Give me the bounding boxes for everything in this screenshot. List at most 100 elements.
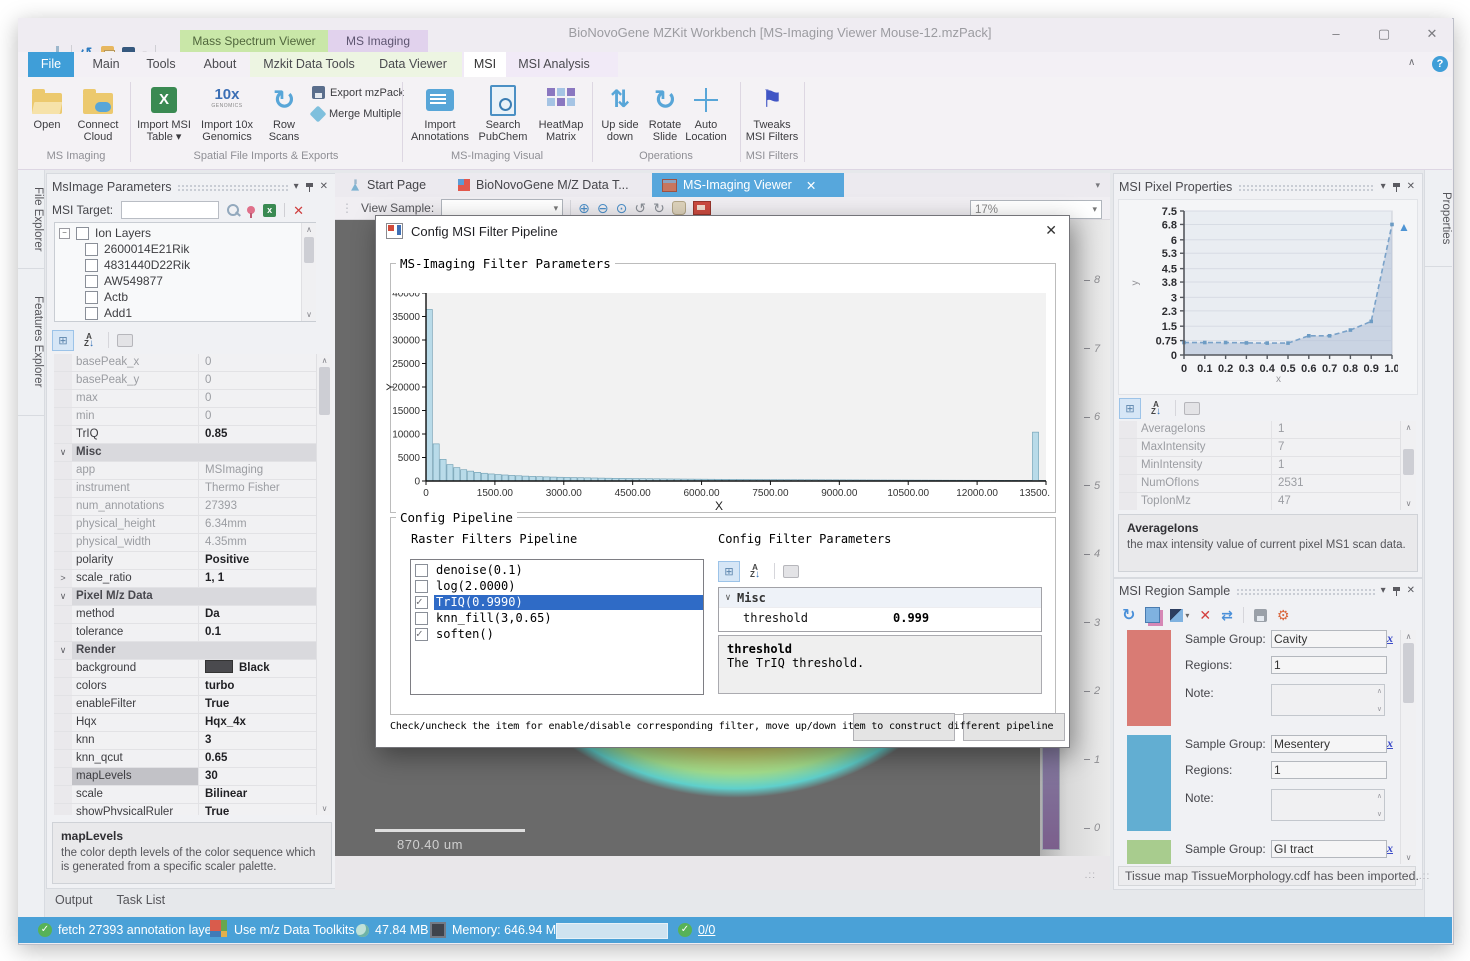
- property-value[interactable]: Bilinear: [199, 786, 316, 803]
- status-toolkit-button[interactable]: Use m/z Data Toolkits ▾: [210, 917, 365, 943]
- spinner-down-icon[interactable]: ∨: [1377, 705, 1382, 713]
- property-value[interactable]: 0.65: [199, 750, 316, 767]
- property-row[interactable]: basePeak_x 0: [54, 354, 316, 372]
- region-color-swatch[interactable]: [1127, 840, 1171, 864]
- checkbox[interactable]: [85, 291, 98, 304]
- close-button[interactable]: ✕: [1416, 22, 1448, 46]
- checkbox[interactable]: [85, 307, 98, 320]
- panel-menu-icon[interactable]: ▾: [294, 182, 299, 192]
- checkbox[interactable]: [415, 564, 428, 577]
- property-row[interactable]: tolerance 0.1: [54, 624, 316, 642]
- settings-gear-icon[interactable]: ⚙: [1277, 607, 1290, 624]
- zoom-out-icon[interactable]: ⊖: [597, 201, 609, 215]
- checkbox[interactable]: [85, 259, 98, 272]
- property-value[interactable]: MSImaging: [199, 462, 316, 479]
- zoom-in-icon[interactable]: ⊕: [578, 201, 590, 215]
- scrollbar-thumb[interactable]: [304, 237, 314, 263]
- regions-input[interactable]: [1271, 761, 1387, 779]
- tab-mzkit-data-tools[interactable]: Mzkit Data Tools: [256, 52, 362, 77]
- close-panel-icon[interactable]: ✕: [1407, 182, 1415, 192]
- fill-region-button[interactable]: ▾: [1170, 609, 1189, 622]
- grid-scrollbar[interactable]: ∧ ∨: [316, 354, 332, 815]
- import-10x-genomics-button[interactable]: 10xGENOMICS Import 10x Genomics: [196, 84, 258, 143]
- collapse-expander-icon[interactable]: −: [59, 228, 70, 239]
- dialog-title-bar[interactable]: Config MSI Filter Pipeline ✕: [376, 216, 1069, 246]
- property-value[interactable]: 27393: [199, 498, 316, 515]
- ion-layer-row[interactable]: Add1: [85, 305, 315, 321]
- spinner-up-icon[interactable]: ∧: [1377, 687, 1382, 695]
- maximize-button[interactable]: ▢: [1368, 22, 1400, 46]
- minimize-button[interactable]: –: [1320, 22, 1352, 46]
- upside-down-button[interactable]: ⇅ Up side down: [596, 84, 644, 143]
- property-value[interactable]: True: [199, 696, 316, 713]
- pipeline-item[interactable]: denoise(0.1): [411, 562, 703, 578]
- property-value[interactable]: 3: [199, 732, 316, 749]
- property-value[interactable]: Black: [199, 660, 316, 677]
- tweaks-msi-filters-button[interactable]: ⚑ Tweaks MSI Filters: [744, 84, 800, 143]
- property-row[interactable]: > scale_ratio 1, 1: [54, 570, 316, 588]
- doc-tab-data[interactable]: BioNovoGene M/Z Data T...: [448, 173, 639, 197]
- row-scans-button[interactable]: ↻ Row Scans: [260, 84, 308, 143]
- property-row[interactable]: app MSImaging: [54, 462, 316, 480]
- property-value[interactable]: 0.999: [893, 611, 929, 625]
- formula-x-icon[interactable]: x: [1387, 841, 1393, 856]
- checkbox[interactable]: [85, 243, 98, 256]
- tab-file[interactable]: File: [28, 52, 74, 77]
- property-row[interactable]: ∨ Pixel M/z Data: [54, 588, 316, 606]
- close-tab-icon[interactable]: ✕: [806, 178, 816, 193]
- tab-list-dropdown-icon[interactable]: ▾: [1095, 180, 1100, 191]
- spinner-down-icon[interactable]: ∨: [1377, 810, 1382, 818]
- property-value[interactable]: Positive: [199, 552, 316, 569]
- property-row[interactable]: polarity Positive: [54, 552, 316, 570]
- alphabetical-sort-icon[interactable]: AZ↓: [78, 330, 100, 351]
- property-value[interactable]: [193, 444, 316, 461]
- help-icon[interactable]: ?: [1432, 56, 1448, 72]
- tasks-link[interactable]: 0/0: [698, 923, 715, 937]
- pin-icon[interactable]: [1392, 183, 1401, 192]
- property-row[interactable]: method Da: [54, 606, 316, 624]
- open-button[interactable]: Open: [26, 84, 68, 131]
- property-row[interactable]: physical_width 4.35mm: [54, 534, 316, 552]
- property-row[interactable]: MaxIntensity 7: [1119, 439, 1400, 457]
- property-row[interactable]: Hqx Hqx_4x: [54, 714, 316, 732]
- property-value[interactable]: [193, 642, 316, 659]
- property-row[interactable]: instrument Thermo Fisher: [54, 480, 316, 498]
- formula-x-icon[interactable]: x: [1387, 631, 1393, 646]
- ion-layer-row[interactable]: 2600014E21Rik: [85, 241, 315, 257]
- pin-icon[interactable]: [1392, 587, 1401, 596]
- formula-x-icon[interactable]: x: [1387, 736, 1393, 751]
- pixel-grid-scrollbar[interactable]: ∧ ∨: [1400, 421, 1416, 510]
- panel-menu-icon[interactable]: ▾: [1381, 182, 1386, 192]
- property-row[interactable]: scale Bilinear: [54, 786, 316, 804]
- property-value[interactable]: 0.85: [199, 426, 316, 443]
- close-panel-icon[interactable]: ✕: [1407, 586, 1415, 596]
- property-value[interactable]: 30: [199, 768, 316, 785]
- panel-menu-icon[interactable]: ▾: [1381, 586, 1386, 596]
- property-row[interactable]: AverageIons 1: [1119, 421, 1400, 439]
- property-value[interactable]: True: [199, 804, 316, 815]
- regions-input[interactable]: [1271, 656, 1387, 674]
- tree-scrollbar[interactable]: ∧ ∨: [301, 223, 316, 321]
- property-value[interactable]: 0: [199, 354, 316, 371]
- categorized-view-icon[interactable]: ⊞: [718, 561, 740, 582]
- doc-tab-start-page[interactable]: Start Page: [340, 173, 436, 197]
- search-icon[interactable]: [227, 204, 239, 216]
- property-value[interactable]: 1, 1: [199, 570, 316, 587]
- sample-group-input[interactable]: [1271, 630, 1387, 648]
- close-panel-icon[interactable]: ✕: [320, 182, 328, 192]
- sync-icon[interactable]: ⇄: [1221, 607, 1233, 624]
- resize-grip[interactable]: .::: [1085, 870, 1096, 881]
- import-annotations-button[interactable]: Import Annotations: [408, 84, 472, 143]
- auto-location-button[interactable]: Auto Location: [680, 84, 732, 143]
- zoom-fit-icon[interactable]: ⊙: [616, 201, 628, 215]
- property-value[interactable]: 0: [199, 408, 316, 425]
- pipeline-item[interactable]: knn_fill(3,0.65): [411, 610, 703, 626]
- tab-msi[interactable]: MSI: [464, 52, 506, 77]
- property-row[interactable]: showPhysicalRuler True: [54, 804, 316, 815]
- checkbox[interactable]: [76, 227, 89, 240]
- scrollbar-thumb[interactable]: [1403, 449, 1414, 475]
- ion-layer-row[interactable]: 4831440D22Rik: [85, 257, 315, 273]
- search-pubchem-button[interactable]: Search PubChem: [474, 84, 532, 143]
- note-textarea[interactable]: ∧ ∨: [1271, 789, 1385, 821]
- property-value[interactable]: 6.34mm: [199, 516, 316, 533]
